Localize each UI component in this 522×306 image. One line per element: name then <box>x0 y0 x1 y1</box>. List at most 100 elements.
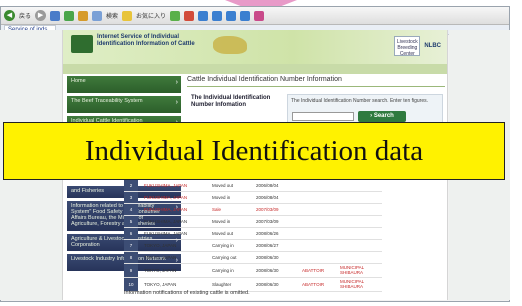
row-facility-name <box>338 204 382 215</box>
search-prompt: The Individual Identification Number sea… <box>291 98 429 104</box>
row-number: 7 <box>124 240 138 251</box>
row-facility-name <box>338 180 382 191</box>
back-button-label[interactable]: 戻る <box>19 11 31 20</box>
back-arrow-icon[interactable]: ◀ <box>4 10 15 21</box>
table-row: 7 TOKYO, JAPAN Carrying in 2008/06/27 <box>124 240 382 252</box>
discuss-icon[interactable] <box>226 10 237 21</box>
table-row: 3 FUKUSHIMA, JAPAN Moved in 2006/08/04 <box>124 192 382 204</box>
row-event: Carrying out <box>212 255 237 260</box>
favorites-star-icon[interactable] <box>122 10 133 21</box>
search-button[interactable]: › Search <box>358 111 406 122</box>
row-facility-type <box>298 192 338 203</box>
row-date: 2008/06/30 <box>256 282 279 287</box>
row-facility-name <box>338 216 382 227</box>
site-title: Internet Service of Individual Identific… <box>97 34 195 47</box>
row-facility-type <box>298 240 338 251</box>
row-facility-type: ABATTOIR <box>302 282 325 287</box>
row-location: TOKYO, JAPAN <box>144 255 177 260</box>
table-row: 8 TOKYO, JAPAN Carrying out 2008/06/30 <box>124 252 382 264</box>
row-location: FUKUSHIMA, JAPAN <box>144 183 188 188</box>
menu-item-beef-traceability[interactable]: The Beef Traceability System › <box>67 96 181 113</box>
table-row: 6 FUKUSHIMA, JAPAN Moved out 2008/06/26 <box>124 228 382 240</box>
print-icon[interactable] <box>198 10 209 21</box>
row-date: 2006/08/04 <box>256 195 279 200</box>
row-event: Moved out <box>212 183 234 188</box>
refresh-icon[interactable] <box>64 10 75 21</box>
menu-item-label: Home <box>71 78 86 84</box>
row-facility-type <box>298 228 338 239</box>
row-location: FUKUSHIMA, JAPAN <box>144 207 188 212</box>
brand-area: Livestock Breeding Center NLBC <box>394 36 441 57</box>
row-event: Sale <box>212 207 222 212</box>
chevron-right-icon: › <box>175 79 178 86</box>
row-facility-type: ABATTOIR <box>302 268 325 273</box>
research-icon[interactable] <box>254 10 265 21</box>
row-number: 5 <box>124 216 138 227</box>
messenger-icon[interactable] <box>240 10 251 21</box>
id-number-input[interactable] <box>292 112 354 121</box>
table-row: 2 FUKUSHIMA, JAPAN Moved out 2006/08/04 <box>124 180 382 192</box>
home-icon[interactable] <box>78 10 89 21</box>
menu-item-label: The Beef Traceability System <box>71 98 143 104</box>
row-facility-type <box>298 180 338 191</box>
row-location: FUKUSHIMA, JAPAN <box>144 195 188 200</box>
row-event: Moved in <box>212 195 231 200</box>
row-date: 2006/08/04 <box>256 183 279 188</box>
row-event: Moved out <box>212 231 234 236</box>
row-facility-name <box>338 192 382 203</box>
site-logo-icon[interactable] <box>71 35 93 53</box>
row-event: Carrying in <box>212 268 234 273</box>
menu-item-home[interactable]: Home › <box>67 76 181 93</box>
row-facility-name <box>338 252 382 263</box>
row-location: FUKUSHIMA, JAPAN <box>144 231 188 236</box>
row-location: TOKYO, JAPAN <box>144 268 177 273</box>
row-facility-name: MUNICIPAL SHIBAURA <box>340 279 365 289</box>
table-row: 5 FUKUSHIMA, JAPAN Moved in 2007/03/09 <box>124 216 382 228</box>
row-number: 6 <box>124 228 138 239</box>
chevron-right-icon: › <box>175 99 178 106</box>
table-footnote: Information notifications of existing ca… <box>124 290 250 296</box>
row-date: 2008/06/30 <box>256 268 279 273</box>
site-header: Internet Service of Individual Identific… <box>63 30 447 64</box>
row-number: 9 <box>124 264 138 277</box>
row-number: 8 <box>124 252 138 263</box>
brand-badge[interactable]: Livestock Breeding Center <box>394 36 421 57</box>
row-date: 2007/03/09 <box>256 219 279 224</box>
menu-item-label: and Fisheries <box>71 188 105 194</box>
row-location: FUKUSHIMA, JAPAN <box>144 219 188 224</box>
search-button-label: Search <box>373 113 394 119</box>
table-row: 4 FUKUSHIMA, JAPAN Sale 2007/03/09 <box>124 204 382 216</box>
row-number: 3 <box>124 192 138 203</box>
cattle-illustration-icon <box>213 36 247 54</box>
history-table: 2 FUKUSHIMA, JAPAN Moved out 2006/08/04 … <box>124 180 382 292</box>
edit-icon[interactable] <box>212 10 223 21</box>
forward-arrow-icon[interactable]: ▶ <box>35 10 47 21</box>
row-location: TOKYO, JAPAN <box>144 243 177 248</box>
search-icon[interactable] <box>92 10 103 21</box>
row-facility-type <box>298 216 338 227</box>
row-facility-type <box>298 252 338 263</box>
stop-icon[interactable] <box>50 10 61 21</box>
search-button-label[interactable]: 検索 <box>106 11 118 20</box>
row-number: 4 <box>124 204 138 215</box>
brand-text: NLBC <box>424 43 441 49</box>
table-row: 9 TOKYO, JAPAN Carrying in 2008/06/30 AB… <box>124 264 382 278</box>
row-date: 2007/03/09 <box>256 207 279 212</box>
favorites-button-label[interactable]: お気に入り <box>136 11 166 20</box>
browser-toolbar: ◀ 戻る ▶ 検索 お気に入り <box>1 7 509 25</box>
row-event: Carrying in <box>212 243 234 248</box>
row-facility-name <box>338 240 382 251</box>
mail-icon[interactable] <box>184 10 195 21</box>
row-date: 2008/06/30 <box>256 255 279 260</box>
caption-banner-text: Individual Identification data <box>84 134 424 167</box>
info-heading: The Individual Identification Number Inf… <box>191 95 271 108</box>
header-strip <box>63 64 447 74</box>
row-event: Moved in <box>212 219 231 224</box>
row-facility-name: MUNICIPAL SHIBAURA <box>340 265 365 275</box>
caption-banner: Individual Identification data <box>3 122 505 180</box>
row-facility-name <box>338 228 382 239</box>
history-icon[interactable] <box>170 10 181 21</box>
row-date: 2008/06/27 <box>256 243 279 248</box>
row-number: 2 <box>124 180 138 191</box>
row-facility-type <box>298 204 338 215</box>
